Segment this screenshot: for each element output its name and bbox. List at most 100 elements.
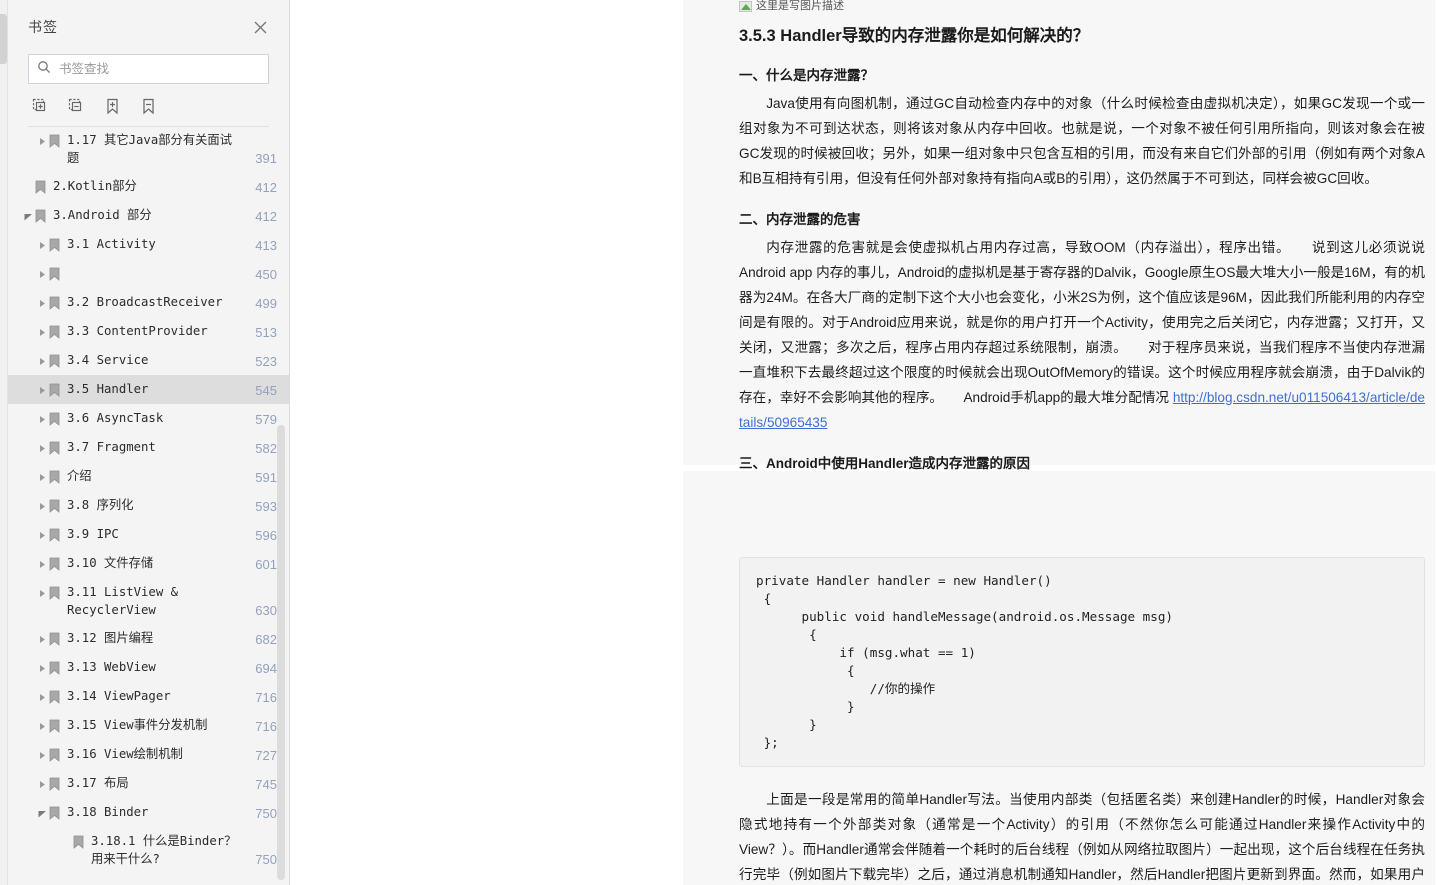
bookmark-row[interactable]: 2.Kotlin部分 412 — [8, 172, 289, 201]
bookmark-ribbon-icon — [35, 178, 48, 196]
bookmark-row[interactable]: 3.18.1 什么是Binder？用来干什么? 750 — [8, 827, 289, 873]
bookmark-row[interactable]: 3.4 Service 523 — [8, 346, 289, 375]
bookmark-ribbon-icon — [49, 584, 62, 602]
bookmark-ribbon-icon — [35, 207, 48, 225]
bookmark-ribbon-icon — [49, 630, 62, 648]
chevron-right-icon[interactable] — [36, 659, 49, 677]
bookmark-ribbon-icon — [49, 439, 62, 457]
bookmark-label: 3.10 文件存储 — [67, 556, 154, 570]
bookmark-row[interactable]: 3.3 ContentProvider 513 — [8, 317, 289, 346]
bookmark-row[interactable]: 3.18 Binder 750 — [8, 798, 289, 827]
bookmark-label: 3.1 Activity — [67, 237, 156, 251]
bookmark-label: 1.17 其它Java部分有关面试题 — [67, 133, 233, 165]
bookmark-ribbon-icon — [49, 323, 62, 341]
panel-resize-handle[interactable] — [0, 14, 7, 64]
bookmark-ribbon-icon — [49, 265, 62, 283]
bookmarks-toolbar — [8, 84, 289, 126]
broken-image-glyph — [739, 0, 752, 12]
bookmark-row[interactable]: 3.13 WebView 694 — [8, 653, 289, 682]
chevron-right-icon[interactable] — [36, 410, 49, 428]
bookmark-row[interactable]: 3.9 IPC 596 — [8, 520, 289, 549]
bookmark-row[interactable]: 3.7 Fragment 582 — [8, 433, 289, 462]
close-icon[interactable] — [249, 16, 271, 38]
expand-all-icon[interactable] — [30, 96, 50, 116]
search-container — [8, 54, 289, 84]
bookmark-row[interactable]: 450 — [8, 259, 289, 288]
bookmark-label: 3.Android 部分 — [53, 208, 152, 222]
chevron-right-icon[interactable] — [36, 323, 49, 341]
subsection-heading-1: 一、什么是内存泄露？ — [739, 68, 874, 84]
bookmark-row[interactable]: 3.2 BroadcastReceiver 499 — [8, 288, 289, 317]
bookmark-ribbon-icon — [49, 555, 62, 573]
bookmark-ribbon-icon — [49, 746, 62, 764]
chevron-down-icon[interactable] — [22, 207, 35, 225]
bookmark-row[interactable]: 3.16 View绘制机制 727 — [8, 740, 289, 769]
chevron-right-icon[interactable] — [36, 294, 49, 312]
remove-bookmark-icon[interactable] — [138, 96, 158, 116]
bookmark-row[interactable]: 3.11 ListView & RecyclerView 630 — [8, 578, 289, 624]
bookmark-ribbon-icon — [49, 294, 62, 312]
bookmark-row[interactable]: 3.15 View事件分发机制 716 — [8, 711, 289, 740]
bookmark-ribbon-icon — [49, 688, 62, 706]
bookmark-row[interactable]: 3.17 布局 745 — [8, 769, 289, 798]
search-box[interactable] — [28, 54, 269, 84]
bookmark-row[interactable]: 1.17 其它Java部分有关面试题 391 — [8, 126, 289, 172]
bookmark-row[interactable]: 3.5 Handler 545 — [8, 375, 289, 404]
pdf-reader-window: 书签 书签查找 1.17 其它Java部分有关面试题 391 2.Kotlin部… — [0, 0, 1436, 885]
document-page-1: 这里是写图片描述 3.5.3 Handler导致的内存泄露你是如何解决的？ 一、… — [683, 0, 1435, 471]
bookmark-tree[interactable]: 1.17 其它Java部分有关面试题 391 2.Kotlin部分 412 3.Andr… — [8, 126, 289, 885]
bookmark-label: 3.11 ListView & RecyclerView — [67, 585, 179, 617]
chevron-right-icon[interactable] — [36, 497, 49, 515]
bookmark-label: 3.14 ViewPager — [67, 689, 171, 703]
chevron-right-icon[interactable] — [36, 717, 49, 735]
bookmark-ribbon-icon — [49, 659, 62, 677]
chevron-right-icon[interactable] — [36, 265, 49, 283]
chevron-right-icon[interactable] — [36, 526, 49, 544]
bookmark-row[interactable]: 3.1 Activity 413 — [8, 230, 289, 259]
bookmark-row[interactable]: 3.8 序列化 593 — [8, 491, 289, 520]
bookmark-row[interactable]: 介绍 591 — [8, 462, 289, 491]
chevron-right-icon[interactable] — [36, 688, 49, 706]
collapse-all-icon[interactable] — [66, 96, 86, 116]
chevron-right-icon[interactable] — [36, 381, 49, 399]
bookmark-row[interactable]: 3.14 ViewPager 716 — [8, 682, 289, 711]
chevron-right-icon[interactable] — [36, 630, 49, 648]
chevron-right-icon[interactable] — [36, 584, 49, 602]
bookmark-ribbon-icon — [49, 526, 62, 544]
bookmark-label: 2.Kotlin部分 — [53, 179, 137, 193]
chevron-right-icon[interactable] — [36, 775, 49, 793]
bookmarks-scrollbar-thumb[interactable] — [277, 425, 285, 880]
bookmark-ribbon-icon — [49, 236, 62, 254]
bookmark-label: 3.9 IPC — [67, 527, 119, 541]
bookmark-row[interactable]: 3.Android 部分 412 — [8, 201, 289, 230]
bookmark-label: 3.5 Handler — [67, 382, 149, 396]
chevron-right-icon[interactable] — [36, 132, 49, 150]
search-input[interactable] — [59, 62, 260, 76]
bookmark-label: 3.18 Binder — [67, 805, 149, 819]
document-page-2: private Handler handler = new Handler() … — [683, 471, 1435, 885]
bookmark-label: 3.7 Fragment — [67, 440, 156, 454]
code-block: private Handler handler = new Handler() … — [739, 557, 1425, 767]
bookmark-ribbon-icon — [49, 132, 62, 150]
search-icon — [37, 60, 51, 79]
chevron-right-icon[interactable] — [36, 352, 49, 370]
bookmark-row[interactable]: 3.12 图片编程 682 — [8, 624, 289, 653]
chevron-right-icon[interactable] — [36, 468, 49, 486]
bookmark-ribbon-icon — [49, 381, 62, 399]
bookmark-label: 3.16 View绘制机制 — [67, 747, 183, 761]
paragraph-2: 内存泄露的危害就是会使虚拟机占用内存过高，导致OOM（内存溢出），程序出错。 说… — [739, 235, 1425, 435]
chevron-right-icon[interactable] — [36, 439, 49, 457]
paragraph-2-text: 内存泄露的危害就是会使虚拟机占用内存过高，导致OOM（内存溢出），程序出错。 说… — [739, 239, 1425, 405]
bookmark-label: 3.4 Service — [67, 353, 149, 367]
chevron-right-icon[interactable] — [36, 236, 49, 254]
chevron-right-icon[interactable] — [36, 555, 49, 573]
document-viewer[interactable]: 这里是写图片描述 3.5.3 Handler导致的内存泄露你是如何解决的？ 一、… — [291, 0, 1436, 885]
bookmark-ribbon-icon — [49, 410, 62, 428]
chevron-down-icon[interactable] — [36, 804, 49, 822]
add-bookmark-icon[interactable] — [102, 96, 122, 116]
bookmark-row[interactable]: 3.10 文件存储 601 — [8, 549, 289, 578]
subsection-heading-2: 二、内存泄露的危害 — [739, 211, 861, 227]
left-edge-rail — [0, 0, 8, 885]
chevron-right-icon[interactable] — [36, 746, 49, 764]
bookmark-row[interactable]: 3.6 AsyncTask 579 — [8, 404, 289, 433]
